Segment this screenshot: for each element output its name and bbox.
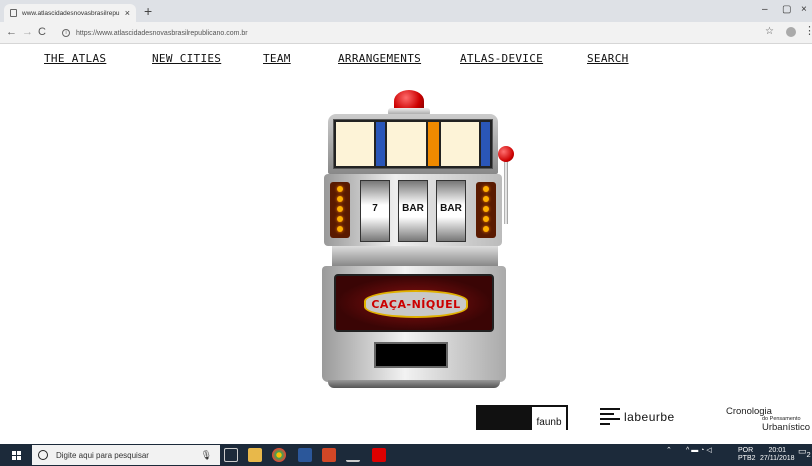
pay-column — [336, 122, 375, 166]
labeurbe-logo[interactable]: labeurbe — [600, 408, 675, 426]
machine-waist — [332, 246, 498, 266]
clock[interactable]: 20:01 27/11/2018 — [760, 447, 795, 463]
powerpoint-icon[interactable] — [322, 448, 336, 462]
address-bar[interactable]: i https://www.atlascidadesnovasbrasilrep… — [62, 25, 752, 41]
front-panel: CAÇA-NÍQUEL — [334, 274, 494, 332]
address-bar-row: ← → C i https://www.atlascidadesnovasbra… — [0, 22, 812, 44]
acrobat-icon[interactable] — [372, 448, 386, 462]
reel-symbol: 7 — [372, 203, 378, 214]
cronologia-line3: Urbanístico — [762, 422, 811, 433]
language-indicator[interactable]: POR PTB2 — [738, 447, 756, 463]
black-logo-block — [476, 405, 532, 430]
pay-column — [427, 122, 439, 166]
reel-symbol: BAR — [402, 203, 424, 214]
window-close-button[interactable]: × — [801, 4, 807, 15]
pay-column — [376, 122, 386, 166]
reel-window: 7 BAR BAR — [324, 174, 502, 246]
cortana-icon — [38, 450, 48, 460]
nav-team[interactable]: TEAM — [263, 52, 291, 65]
layout-text: PTB2 — [738, 455, 756, 462]
system-tray-icons[interactable]: ^ ▬ ◔ ◁ — [686, 447, 712, 455]
info-icon[interactable]: i — [62, 29, 70, 37]
reel: BAR — [398, 180, 428, 242]
lever-knob — [498, 146, 514, 162]
task-view-icon[interactable] — [224, 448, 238, 462]
tab-title: www.atlascidadesnovasbrasilrepu — [22, 9, 120, 17]
faunb-logo[interactable]: faunb — [532, 405, 568, 430]
profile-avatar[interactable] — [786, 27, 796, 37]
pay-column — [387, 122, 426, 166]
forward-button[interactable]: → — [22, 26, 33, 38]
browser-tab-strip: www.atlascidadesnovasbrasilrepu × + – ▢ … — [0, 0, 812, 22]
browser-tab[interactable]: www.atlascidadesnovasbrasilrepu × — [4, 4, 136, 22]
reel: 7 — [360, 180, 390, 242]
windows-start-icon[interactable] — [12, 451, 21, 460]
notification-icon[interactable]: ▭2 — [798, 447, 811, 459]
bookmark-star-icon[interactable]: ☆ — [765, 26, 774, 37]
file-explorer-icon[interactable] — [248, 448, 262, 462]
machine-base — [328, 380, 500, 388]
new-tab-button[interactable]: + — [144, 3, 152, 19]
nav-atlas-device[interactable]: ATLAS-DEVICE — [460, 52, 543, 65]
reel-symbol: BAR — [440, 203, 462, 214]
pay-table-panel — [333, 119, 493, 169]
taskbar-search-placeholder: Digite aqui para pesquisar — [56, 450, 149, 460]
minimize-button[interactable]: – — [762, 4, 768, 15]
people-icon[interactable]: ⌃ — [666, 447, 672, 455]
slot-machine-image: 7 BAR BAR CAÇA-NÍQUEL — [318, 90, 518, 390]
lang-text: POR — [738, 447, 754, 454]
microphone-icon[interactable]: 🎙 — [201, 450, 212, 461]
windows-taskbar: Digite aqui para pesquisar 🎙 ⌃ ^ ▬ ◔ ◁ P… — [0, 444, 812, 466]
taskbar-search-box[interactable]: Digite aqui para pesquisar 🎙 — [32, 445, 220, 465]
machine-cabinet: CAÇA-NÍQUEL — [322, 266, 506, 382]
lever — [504, 154, 508, 224]
clock-date: 27/11/2018 — [760, 455, 795, 462]
browser-menu-icon[interactable]: ⋮ — [804, 24, 812, 37]
clock-time: 20:01 — [768, 447, 787, 454]
caca-niquel-sign: CAÇA-NÍQUEL — [364, 290, 468, 318]
site-navigation: THE ATLAS NEW CITIES TEAM ARRANGEMENTS A… — [0, 52, 812, 68]
bulb-strip — [476, 182, 496, 238]
pay-column — [440, 122, 479, 166]
coin-tray — [374, 342, 448, 368]
page-icon — [10, 9, 17, 17]
pay-table — [328, 114, 498, 174]
nav-arrangements[interactable]: ARRANGEMENTS — [338, 52, 421, 65]
maximize-button[interactable]: ▢ — [782, 4, 791, 15]
nav-new-cities[interactable]: NEW CITIES — [152, 52, 221, 65]
reel: BAR — [436, 180, 466, 242]
chrome-icon[interactable] — [272, 448, 286, 462]
nav-search[interactable]: SEARCH — [587, 52, 629, 65]
pay-column — [480, 122, 490, 166]
labeurbe-text: labeurbe — [624, 410, 675, 424]
url-text[interactable]: https://www.atlascidadesnovasbrasilrepub… — [76, 30, 248, 37]
tab-close-icon[interactable]: × — [125, 8, 130, 18]
labeurbe-mark-icon — [600, 408, 620, 426]
pen-app-icon[interactable] — [346, 448, 360, 462]
word-icon[interactable] — [298, 448, 312, 462]
nav-the-atlas[interactable]: THE ATLAS — [44, 52, 106, 65]
reload-button[interactable]: C — [38, 26, 46, 38]
bulb-strip — [330, 182, 350, 238]
cronologia-logo[interactable]: Cronologia do Pensamento Urbanístico — [726, 406, 810, 434]
back-button[interactable]: ← — [6, 26, 17, 38]
notification-count: 2 — [806, 449, 811, 459]
